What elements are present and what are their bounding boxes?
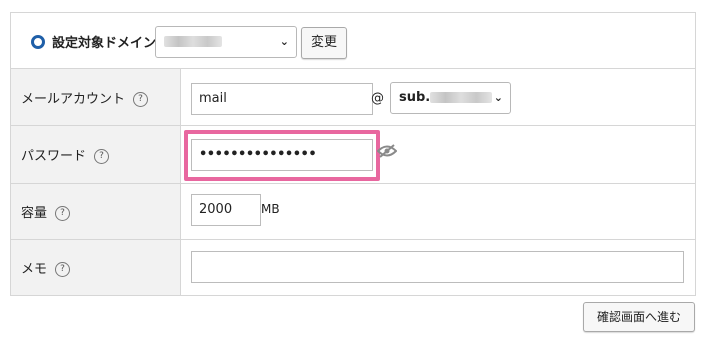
help-icon[interactable]: ? <box>94 149 110 164</box>
memo-value-cell <box>180 239 696 296</box>
at-sign: @ <box>371 91 384 106</box>
password-label: パスワード <box>21 149 87 164</box>
password-input[interactable]: ••••••••••••••• <box>191 139 373 171</box>
domain-label: 設定対象ドメイン <box>52 36 157 51</box>
domain-selector-bar: 設定対象ドメイン ⌄ 変更 <box>10 12 696 68</box>
mail-account-input[interactable]: mail <box>191 83 373 115</box>
mail-settings-form: メールアカウント? mail @ sub. ⌄ パスワード? •••••••••… <box>10 68 696 296</box>
help-icon[interactable]: ? <box>55 262 71 277</box>
mail-account-label-cell: メールアカウント? <box>10 68 181 126</box>
capacity-unit: MB <box>261 202 280 216</box>
password-label-cell: パスワード? <box>10 125 181 184</box>
capacity-label-cell: 容量? <box>10 183 181 240</box>
memo-label: メモ <box>21 262 48 277</box>
row-memo: メモ? <box>10 239 696 296</box>
radio-selected-icon[interactable] <box>31 35 45 49</box>
mail-account-value-cell: mail @ sub. ⌄ <box>180 68 696 126</box>
memo-label-cell: メモ? <box>10 239 181 296</box>
chevron-down-icon: ⌄ <box>493 91 503 104</box>
capacity-input[interactable]: 2000 <box>191 194 261 226</box>
subdomain-select[interactable]: sub. ⌄ <box>390 82 511 114</box>
chevron-down-icon: ⌄ <box>279 35 289 48</box>
help-icon[interactable]: ? <box>55 206 71 221</box>
domain-select[interactable]: ⌄ <box>155 26 297 58</box>
memo-input[interactable] <box>191 251 684 283</box>
row-mail-account: メールアカウント? mail @ sub. ⌄ <box>10 68 696 126</box>
eye-slash-icon[interactable] <box>377 144 397 158</box>
mail-account-label: メールアカウント <box>21 91 126 107</box>
subdomain-prefix: sub. <box>399 90 431 105</box>
change-domain-button[interactable]: 変更 <box>301 27 347 59</box>
capacity-value-cell: 2000 MB <box>180 183 696 240</box>
password-value-cell: ••••••••••••••• <box>180 125 696 184</box>
help-icon[interactable]: ? <box>133 91 149 107</box>
row-capacity: 容量? 2000 MB <box>10 183 696 240</box>
redacted-domain-value <box>164 36 222 47</box>
redacted-subdomain-value <box>430 92 493 103</box>
row-password: パスワード? ••••••••••••••• <box>10 125 696 184</box>
confirm-button[interactable]: 確認画面へ進む <box>583 302 695 332</box>
capacity-label: 容量 <box>21 206 48 221</box>
